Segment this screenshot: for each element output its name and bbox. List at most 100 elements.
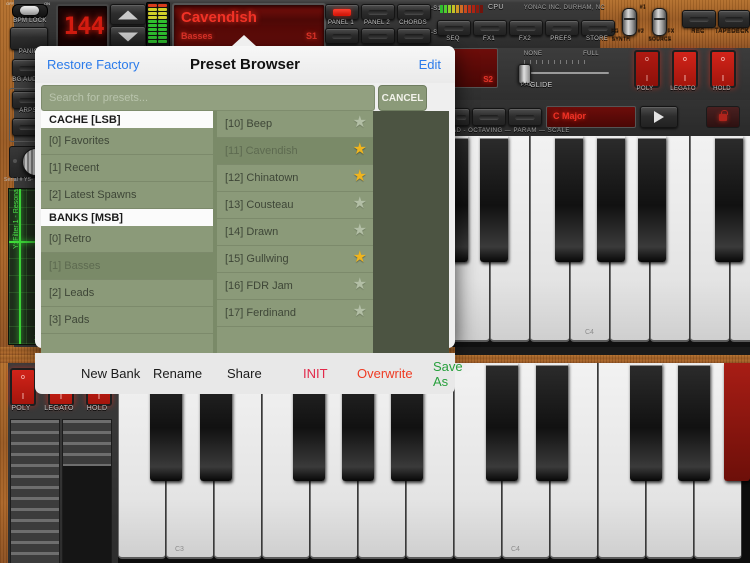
lower-poly-switch[interactable]: o I xyxy=(10,368,36,406)
seq-button[interactable] xyxy=(437,20,471,36)
fx2-button[interactable] xyxy=(509,20,543,36)
preset-list-item[interactable]: [15] Gullwing ★ xyxy=(217,246,373,273)
vu-meter-right xyxy=(158,4,167,43)
vu-meter-left xyxy=(148,4,157,43)
favorite-star-icon[interactable]: ★ xyxy=(353,223,367,239)
glide-tick-marks xyxy=(524,60,606,64)
synth-label: SYNTH xyxy=(611,36,631,42)
prefs-button[interactable] xyxy=(545,20,579,36)
bank-list-item[interactable]: [2] Leads xyxy=(41,280,213,307)
black-key[interactable] xyxy=(715,136,743,262)
brand-label: YONAC INC. DURHAM, NC xyxy=(523,5,605,11)
scale-value: C Major xyxy=(553,111,587,121)
preset-list-item[interactable]: [12] Chinatown ★ xyxy=(217,165,373,192)
upper-keyboard[interactable]: C4 xyxy=(450,136,750,347)
preset-name: Cavendish xyxy=(181,9,257,26)
search-field-wrapper[interactable] xyxy=(41,85,375,111)
hash1-label: #1 xyxy=(639,4,647,10)
panel-1-alt-button[interactable] xyxy=(325,28,359,44)
preset-list-item-label: [11] Cavendish xyxy=(225,145,298,157)
preset-browser-dialog: Restore Factory Preset Browser Edit CANC… xyxy=(35,35,463,394)
octave-param-button-2[interactable] xyxy=(508,108,542,126)
poly-switch[interactable]: o I xyxy=(634,50,660,88)
bank-list-item[interactable]: [3] Pads xyxy=(41,307,213,334)
play-button[interactable] xyxy=(640,106,678,128)
octave-param-button-1[interactable] xyxy=(472,108,506,126)
toolbar-new-bank-button[interactable]: New Bank xyxy=(81,366,140,381)
ribbon-slider-left[interactable] xyxy=(10,419,60,563)
prefs-top-label: PREFS xyxy=(550,36,572,42)
black-key[interactable] xyxy=(597,136,625,262)
black-key[interactable] xyxy=(678,363,710,481)
preset-list-item[interactable]: [16] FDR Jam ★ xyxy=(217,273,373,300)
tempo-up-button[interactable] xyxy=(110,4,146,25)
toolbar-rename-button[interactable]: Rename xyxy=(153,366,202,381)
black-key-highlighted[interactable] xyxy=(724,363,750,481)
preset-list-item-label: [15] Gullwing xyxy=(225,253,289,265)
black-key[interactable] xyxy=(536,363,568,481)
cancel-button[interactable]: CANCEL xyxy=(378,85,427,111)
tapedeck-label: TAPEDECK xyxy=(714,28,750,34)
rec-button[interactable] xyxy=(682,10,716,28)
bank-list-item[interactable]: [1] Basses xyxy=(41,253,213,280)
fx1-button[interactable] xyxy=(473,20,507,36)
favorite-star-icon[interactable]: ★ xyxy=(353,304,367,320)
toolbar-save-as-button[interactable]: Save As xyxy=(433,359,463,389)
lock-button[interactable] xyxy=(706,106,740,128)
ribbon-slider-right[interactable] xyxy=(62,419,112,563)
preset-list-item[interactable]: [10] Beep ★ xyxy=(217,111,373,138)
bpm-lock-toggle[interactable] xyxy=(12,4,48,18)
scale-display[interactable]: C Major xyxy=(546,106,636,128)
black-key[interactable] xyxy=(555,136,583,262)
tempo-down-button[interactable] xyxy=(110,26,146,47)
cpu-meter xyxy=(440,5,483,13)
bank-list-item[interactable]: [0] Retro xyxy=(41,226,213,253)
bank-list-item[interactable]: [0] Favorites xyxy=(41,128,213,155)
bank-list[interactable]: CACHE [LSB] [0] Favorites [1] Recent [2] La… xyxy=(41,111,213,353)
black-key[interactable] xyxy=(480,136,508,262)
chords-label: CHORDS xyxy=(399,20,427,26)
favorite-star-icon[interactable]: ★ xyxy=(353,115,367,131)
preset-list-item-label: [10] Beep xyxy=(225,118,273,130)
preset-list-item[interactable]: [13] Cousteau ★ xyxy=(217,192,373,219)
black-key[interactable] xyxy=(638,136,666,262)
glide-slider-handle[interactable] xyxy=(518,64,531,84)
bank-list-section-header: BANKS [MSB] xyxy=(41,209,213,226)
dialog-toolbar: New Bank Rename Share INIT Overwrite Save As xyxy=(35,353,463,394)
chords-button[interactable] xyxy=(397,4,431,20)
panel-1-button[interactable] xyxy=(325,4,359,20)
toolbar-init-button[interactable]: INIT xyxy=(303,366,328,381)
favorite-star-icon[interactable]: ★ xyxy=(353,169,367,185)
lower-poly-label: POLY xyxy=(11,405,31,412)
black-key[interactable] xyxy=(630,363,662,481)
dialog-title: Preset Browser xyxy=(189,56,301,73)
toolbar-overwrite-button[interactable]: Overwrite xyxy=(357,366,413,381)
bank-list-item[interactable]: [1] Recent xyxy=(41,155,213,182)
search-input[interactable] xyxy=(42,86,374,110)
favorite-star-icon[interactable]: ★ xyxy=(353,250,367,266)
panel-2-button[interactable] xyxy=(361,4,395,20)
bank-list-item[interactable]: [2] Latest Spawns xyxy=(41,182,213,209)
panel-2-alt-button[interactable] xyxy=(361,28,395,44)
edit-button[interactable]: Edit xyxy=(419,57,441,72)
hold-switch[interactable]: o I xyxy=(710,50,736,88)
favorite-star-icon[interactable]: ★ xyxy=(353,277,367,293)
favorite-star-icon[interactable]: ★ xyxy=(353,196,367,212)
preset-list-item[interactable]: [11] Cavendish ★ xyxy=(217,138,373,165)
fx1-label: FX1 xyxy=(483,36,495,42)
s2-display-label: S2 xyxy=(483,75,493,84)
preset-bank: Basses xyxy=(181,31,213,41)
tapedeck-button[interactable] xyxy=(718,10,750,28)
legato-switch[interactable]: o I xyxy=(672,50,698,88)
toolbar-share-button[interactable]: Share xyxy=(227,366,262,381)
black-key[interactable] xyxy=(486,363,518,481)
key-note-label: C4 xyxy=(511,546,520,553)
s2-display: S2 xyxy=(450,48,498,88)
preset-list-item[interactable]: [14] Drawn ★ xyxy=(217,219,373,246)
chords-alt-button[interactable] xyxy=(397,28,431,44)
bpm-lock-on-label: ON xyxy=(44,1,50,6)
preset-list-item[interactable]: [17] Ferdinand ★ xyxy=(217,300,373,327)
favorite-star-icon[interactable]: ★ xyxy=(353,142,367,158)
glide-track xyxy=(524,72,609,74)
preset-list[interactable]: [10] Beep ★ [11] Cavendish ★ [12] Chinatown ★… xyxy=(217,111,373,353)
